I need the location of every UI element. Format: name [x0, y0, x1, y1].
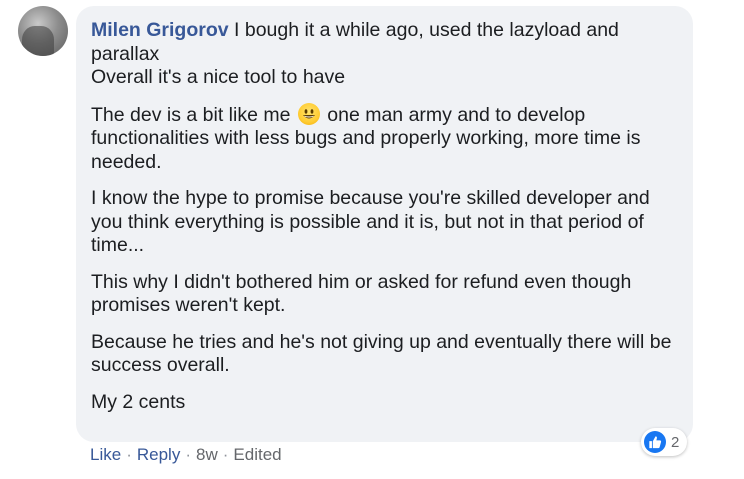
comment-line: My 2 cents — [91, 390, 186, 413]
comment-line: success overall. — [91, 354, 230, 376]
comment-line: functionalities with less bugs and prope… — [91, 127, 641, 149]
comment-line: time... — [91, 234, 145, 256]
comment-first-line: I bough it a while ago, used the lazyloa… — [228, 19, 619, 41]
comment-line: parallax — [91, 42, 160, 65]
avatar[interactable] — [18, 6, 68, 56]
like-button[interactable]: Like — [90, 445, 121, 465]
separator-dot: · — [185, 445, 191, 464]
comment-paragraph-6: My 2 cents — [91, 391, 677, 415]
comment-text: one man army and to develop — [321, 103, 586, 126]
comment-line: I know the hype to promise because you'r… — [91, 187, 650, 209]
comment-bubble: Milen Grigorov I bough it a while ago, u… — [76, 6, 693, 442]
separator-dot: · — [126, 445, 132, 464]
comment-paragraph-4: This why I didn't bothered him or asked … — [91, 271, 677, 318]
comment-paragraph-3: I know the hype to promise because you'r… — [91, 187, 677, 258]
edited-label[interactable]: Edited — [233, 445, 281, 465]
comment-line: promises weren't kept. — [91, 294, 286, 316]
reactions-badge[interactable]: 2 — [641, 428, 688, 456]
grinning-face-emoji-icon — [297, 102, 320, 125]
separator-dot: · — [222, 445, 229, 464]
comment-text: The dev is a bit like me — [91, 103, 291, 126]
comment-actions: Like · Reply · 8w · Edited — [90, 445, 282, 465]
comment-line: Overall it's a nice tool to have — [91, 66, 346, 88]
comment-line: you think everything is possible and it … — [91, 210, 644, 233]
comment-line: This why I didn't bothered him or asked … — [91, 270, 632, 293]
reaction-count: 2 — [671, 433, 680, 451]
comment-paragraph-5: Because he tries and he's not giving up … — [91, 331, 677, 378]
comment-paragraph-2: The dev is a bit like me one man army an… — [91, 102, 677, 175]
avatar-silhouette — [22, 26, 54, 56]
comment-paragraph-1: Milen Grigorov I bough it a while ago, u… — [91, 19, 677, 90]
timestamp-link[interactable]: 8w — [196, 445, 218, 465]
comment-line: Because he tries and he's not giving up … — [91, 330, 672, 353]
author-name-link[interactable]: Milen Grigorov — [91, 19, 229, 41]
reply-button[interactable]: Reply — [137, 445, 180, 465]
like-icon — [644, 431, 666, 453]
comment-line: needed. — [91, 150, 162, 173]
